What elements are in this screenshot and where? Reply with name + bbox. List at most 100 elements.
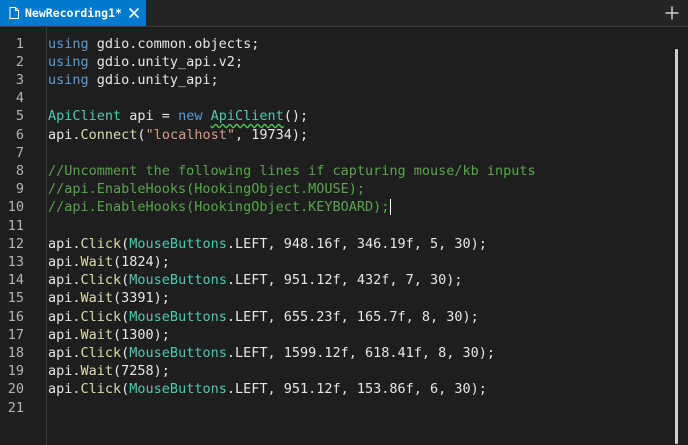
line-number: 18 [7, 344, 24, 361]
code-token: Click [80, 308, 122, 325]
line-number: 1 [15, 35, 24, 52]
code-token: MouseButtons [129, 272, 227, 289]
line-number: 10 [7, 199, 24, 216]
code-token: gdio.unity_api; [88, 71, 219, 88]
code-line[interactable]: api.Click(MouseButtons.LEFT, 948.16f, 34… [48, 235, 487, 253]
line-number-gutter: 1 2 3 4 5 6 7 8 9 10 11 12 13 14 15 16 17 18 19 20 21 [0, 27, 47, 445]
code-line[interactable]: api.Click(MouseButtons.LEFT, 1599.12f, 6… [48, 344, 495, 362]
code-token: (3391); [113, 290, 170, 307]
code-line[interactable]: //Uncomment the following lines if captu… [48, 162, 536, 180]
code-token: api. [48, 326, 81, 343]
code-token: api. [48, 126, 81, 143]
code-token: MouseButtons [129, 235, 227, 252]
code-line[interactable]: using gdio.unity_api.v2; [48, 53, 243, 71]
code-token: Wait [80, 363, 114, 380]
line-number: 12 [7, 235, 24, 252]
code-token: (1300); [113, 326, 170, 343]
code-token: .LEFT, 951.12f, 153.86f, 6, 30); [226, 381, 487, 398]
code-token: gdio.unity_api.v2; [88, 53, 244, 70]
code-token: using [48, 35, 89, 52]
code-token: Click [80, 272, 122, 289]
code-line[interactable]: using gdio.unity_api; [48, 71, 219, 89]
code-token: //api.EnableHooks(HookingObject.MOUSE); [48, 181, 365, 198]
code-token: (); [283, 108, 309, 125]
code-token: Connect [80, 126, 138, 143]
line-number: 7 [15, 144, 24, 161]
line-number: 17 [7, 326, 24, 343]
line-number: 16 [7, 308, 24, 325]
code-token: //Uncomment the following lines if captu… [48, 162, 536, 179]
code-token: "localhost" [145, 126, 235, 143]
code-token: gdio.common.objects; [88, 35, 260, 52]
code-token: .LEFT, 951.12f, 432f, 7, 30); [226, 272, 463, 289]
file-icon [9, 7, 19, 19]
text-caret [390, 199, 392, 216]
code-token: Click [80, 235, 122, 252]
close-icon[interactable] [128, 7, 140, 19]
scrollbar-thumb[interactable] [675, 49, 678, 444]
code-token: api. [48, 290, 81, 307]
code-token: api. [48, 363, 81, 380]
code-line[interactable]: api.Wait(1824); [48, 253, 170, 271]
code-token: .LEFT, 1599.12f, 618.41f, 8, 30); [226, 344, 496, 361]
code-token: ( [137, 126, 146, 143]
code-line[interactable]: ApiClient api = new ApiClient(); [48, 107, 308, 125]
line-number: 21 [7, 399, 24, 416]
code-line[interactable]: api.Wait(1300); [48, 326, 170, 344]
line-number: 19 [7, 363, 24, 380]
code-line[interactable]: api.Click(MouseButtons.LEFT, 655.23f, 16… [48, 308, 479, 326]
line-number: 2 [15, 53, 24, 70]
code-token: (7258); [113, 363, 170, 380]
code-line[interactable]: //api.EnableHooks(HookingObject.MOUSE); [48, 180, 365, 198]
line-number: 3 [15, 71, 24, 88]
code-token: .LEFT, 655.23f, 165.7f, 8, 30); [226, 308, 479, 325]
line-number: 14 [7, 272, 24, 289]
code-line[interactable]: using gdio.common.objects; [48, 35, 259, 53]
code-line[interactable]: api.Wait(7258); [48, 362, 170, 380]
line-number: 20 [7, 381, 24, 398]
code-token: api. [48, 344, 81, 361]
line-number: 6 [15, 126, 24, 143]
code-line[interactable]: api.Wait(3391); [48, 289, 170, 307]
code-token: Click [80, 381, 122, 398]
code-token: api. [48, 381, 81, 398]
code-token: Click [80, 344, 122, 361]
code-token: api. [48, 253, 81, 270]
tab-bar: NewRecording1* [0, 0, 688, 27]
line-number: 4 [15, 90, 24, 107]
line-number: 15 [7, 290, 24, 307]
code-token: MouseButtons [129, 344, 227, 361]
line-number: 8 [15, 162, 24, 179]
code-editor[interactable]: 1 2 3 4 5 6 7 8 9 10 11 12 13 14 15 16 17 18 19 20 21 using … [0, 27, 688, 445]
code-token: (1824); [113, 253, 170, 270]
code-token: MouseButtons [129, 381, 227, 398]
code-token: , 19734); [234, 126, 309, 143]
code-token: //api.EnableHooks(HookingObject.KEYBOARD… [48, 199, 390, 216]
code-line[interactable]: //api.EnableHooks(HookingObject.KEYBOARD… [48, 198, 389, 216]
code-token: using [48, 71, 89, 88]
tab-newrecording1[interactable]: NewRecording1* [0, 0, 146, 26]
code-token: Wait [80, 290, 114, 307]
line-number: 9 [15, 181, 24, 198]
code-line[interactable]: api.Click(MouseButtons.LEFT, 951.12f, 15… [48, 380, 487, 398]
code-token: Wait [80, 253, 114, 270]
line-number: 11 [7, 217, 24, 234]
code-token: new [178, 108, 203, 125]
line-number: 5 [15, 108, 24, 125]
tab-title: NewRecording1* [25, 6, 122, 20]
code-token: api. [48, 235, 81, 252]
vertical-scrollbar[interactable] [674, 49, 680, 444]
code-line[interactable]: api.Click(MouseButtons.LEFT, 951.12f, 43… [48, 271, 463, 289]
code-token: using [48, 53, 89, 70]
new-tab-icon[interactable] [665, 6, 679, 20]
code-token: MouseButtons [129, 308, 227, 325]
code-token: Wait [80, 326, 114, 343]
code-token: ApiClient [210, 108, 284, 125]
code-token: api = [121, 108, 179, 125]
code-token: ApiClient [48, 108, 122, 125]
code-line[interactable]: api.Connect("localhost", 19734); [48, 126, 308, 144]
line-number: 13 [7, 253, 24, 270]
code-token: .LEFT, 948.16f, 346.19f, 5, 30); [226, 235, 487, 252]
code-token: api. [48, 308, 81, 325]
